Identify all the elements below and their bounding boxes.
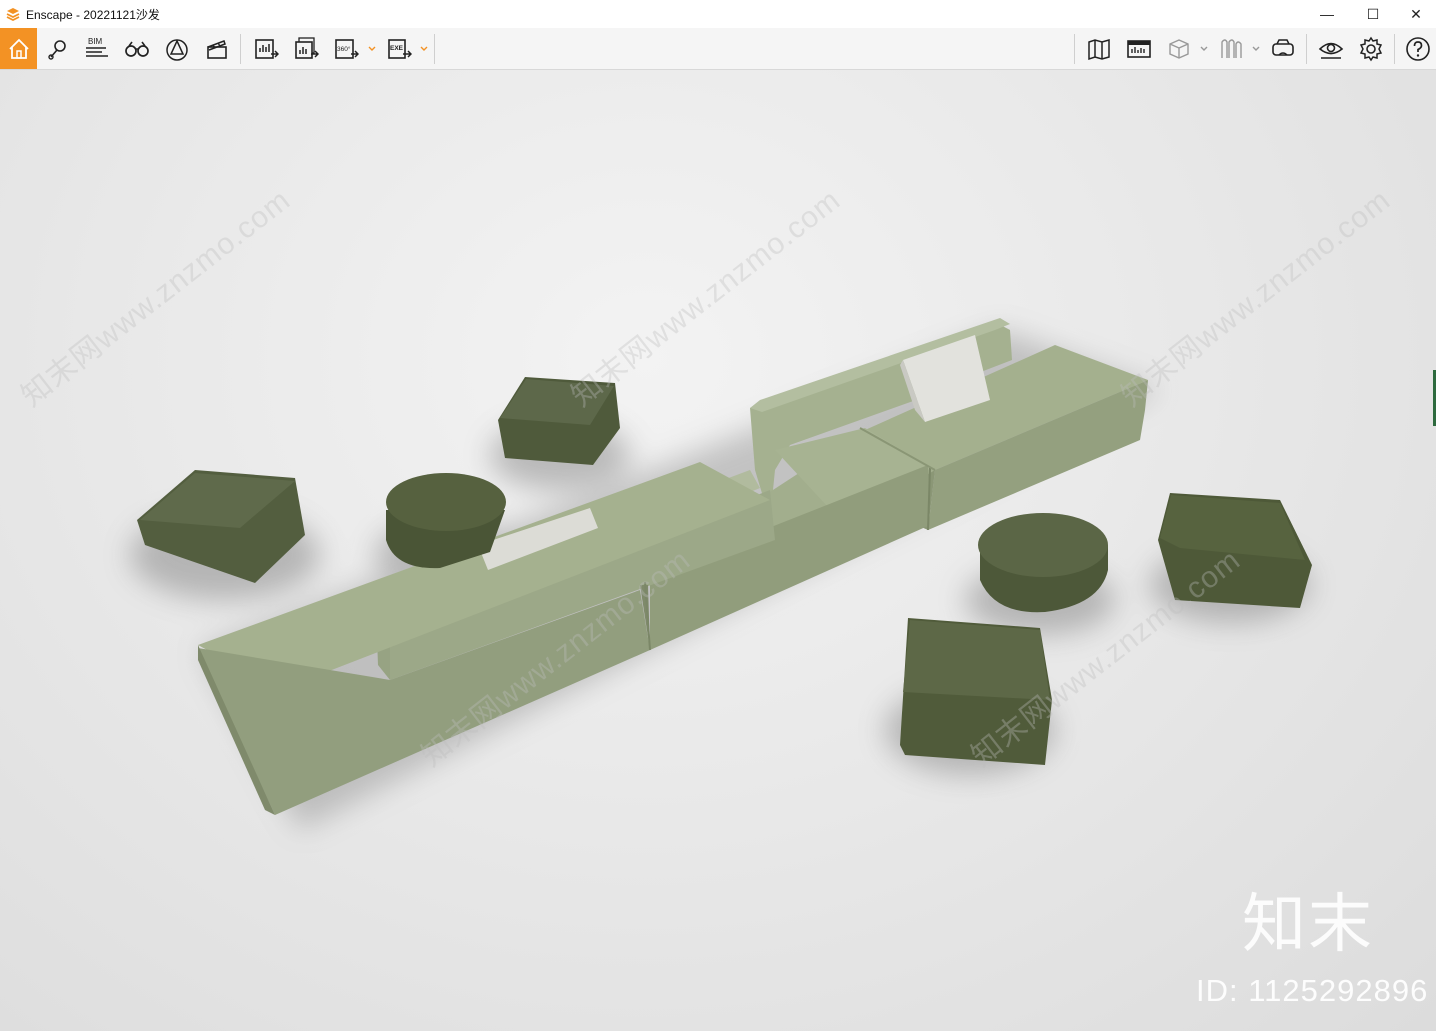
export-exe-button[interactable]: EXE: [379, 28, 419, 69]
watermark-brand: 知末: [1242, 888, 1374, 962]
export-exe-icon: EXE: [388, 38, 412, 59]
batch-render-button[interactable]: [286, 28, 326, 69]
map-button[interactable]: [1079, 28, 1119, 69]
map-icon: [1088, 38, 1110, 60]
help-icon: [1406, 36, 1430, 61]
export-dropdown[interactable]: [419, 28, 429, 69]
material-icon: [1221, 38, 1242, 58]
asset-library-icon: [166, 38, 188, 61]
visual-settings-button[interactable]: [1311, 28, 1351, 69]
home-button[interactable]: [0, 28, 37, 69]
chevron-down-icon: [420, 46, 428, 51]
chevron-down-icon: [1200, 46, 1208, 51]
minimize-button[interactable]: —: [1304, 0, 1350, 28]
maximize-icon: ☐: [1366, 5, 1380, 22]
visual-settings-eye-icon: [1318, 42, 1344, 59]
asset-library-button[interactable]: [157, 28, 197, 69]
svg-text:360°: 360°: [337, 45, 351, 53]
render-image-button[interactable]: [246, 28, 286, 69]
material-button[interactable]: [1211, 28, 1251, 69]
vr-button[interactable]: [1263, 28, 1303, 69]
close-button[interactable]: ✕: [1396, 0, 1436, 28]
binoculars-icon: [125, 41, 149, 57]
walk-mode-button[interactable]: [117, 28, 157, 69]
title-bar: Enscape - 20221121沙发 — ☐ ✕: [0, 0, 1436, 28]
window-title: Enscape - 20221121沙发: [26, 7, 160, 22]
toolbar: BIM 360° EXE: [0, 28, 1436, 70]
watermark-id: ID: 1125292896: [1196, 973, 1429, 1008]
render-image-icon: [255, 38, 279, 59]
bim-button[interactable]: BIM: [77, 28, 117, 69]
help-button[interactable]: [1400, 28, 1436, 69]
material-dropdown[interactable]: [1251, 28, 1261, 69]
location-button[interactable]: [38, 28, 78, 69]
video-editor-button[interactable]: [197, 28, 237, 69]
cube-view-icon: [1169, 38, 1189, 59]
site-context-icon: [1127, 39, 1151, 58]
settings-gear-icon: [1359, 36, 1383, 61]
home-icon: [8, 38, 29, 59]
clapperboard-icon: [207, 39, 227, 59]
cube-view-dropdown[interactable]: [1199, 28, 1209, 69]
batch-render-icon: [295, 36, 319, 59]
chevron-down-icon: [368, 46, 376, 51]
chevron-down-icon: [1252, 46, 1260, 51]
maximize-button[interactable]: ☐: [1350, 0, 1396, 28]
vr-headset-icon: [1272, 38, 1294, 56]
panorama-dropdown[interactable]: [367, 28, 377, 69]
enscape-logo-icon: [6, 8, 20, 21]
render-viewport[interactable]: 知末网www.znzmo.com 知末网www.znzmo.com 知末网www…: [0, 70, 1436, 1031]
location-pin-icon: [48, 39, 66, 60]
panorama-button[interactable]: 360°: [326, 28, 366, 69]
svg-text:BIM: BIM: [88, 37, 103, 46]
svg-text:EXE: EXE: [390, 45, 404, 52]
bim-info-icon: BIM: [86, 37, 108, 57]
ottoman-round-right: [978, 513, 1108, 613]
site-context-button[interactable]: [1119, 28, 1159, 69]
cube-view-button[interactable]: [1159, 28, 1199, 69]
settings-button[interactable]: [1351, 28, 1391, 69]
close-icon: ✕: [1410, 5, 1422, 22]
minimize-icon: —: [1320, 6, 1334, 22]
render-360-icon: 360°: [335, 38, 359, 59]
